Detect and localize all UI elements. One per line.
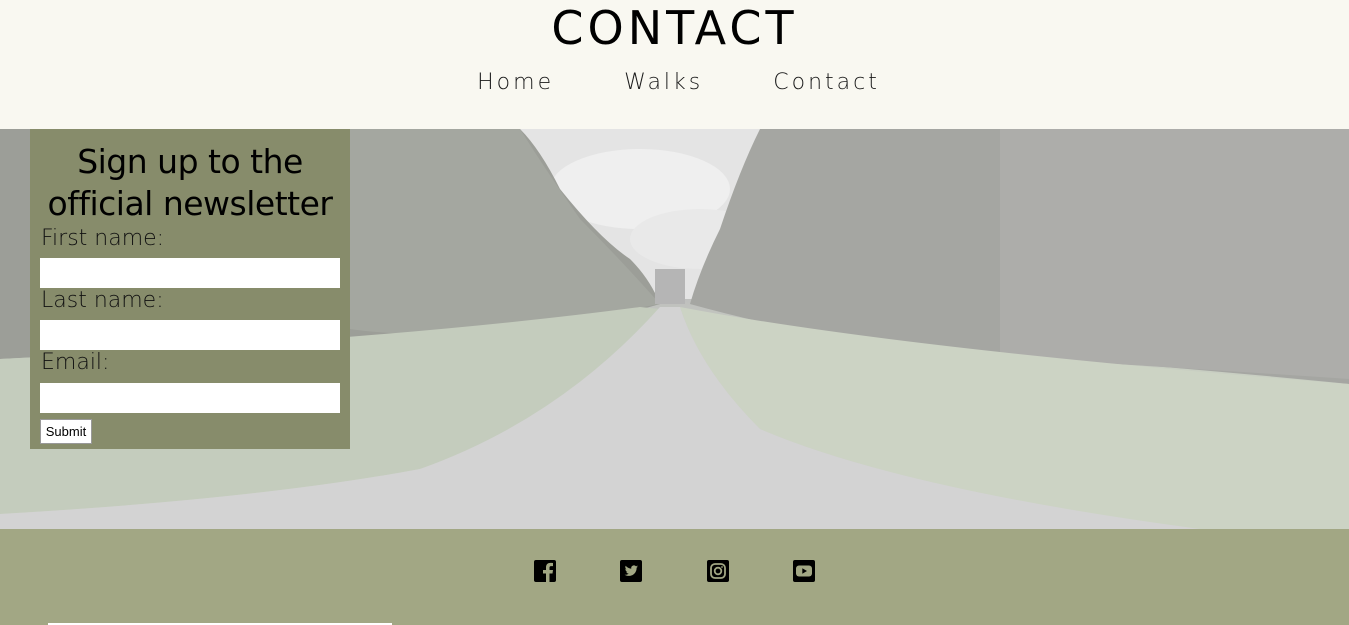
first-name-label: First name: — [41, 226, 165, 251]
last-name-label: Last name: — [41, 288, 164, 313]
email-label: Email: — [41, 350, 110, 375]
site-footer — [0, 529, 1349, 625]
newsletter-signup-form: Sign up to the official newsletter First… — [30, 129, 350, 449]
submit-button[interactable]: Submit — [40, 419, 92, 444]
twitter-icon[interactable] — [619, 559, 643, 583]
youtube-icon[interactable] — [792, 559, 816, 583]
last-name-input[interactable] — [40, 320, 340, 350]
facebook-icon[interactable] — [533, 559, 557, 583]
site-header: CONTACT Home Walks Contact — [0, 0, 1349, 129]
email-input[interactable] — [40, 383, 340, 413]
first-name-input[interactable] — [40, 258, 340, 288]
nav-walks-link[interactable]: Walks — [624, 70, 703, 95]
instagram-icon[interactable] — [706, 559, 730, 583]
nav-contact-link[interactable]: Contact — [773, 70, 880, 95]
signup-heading: Sign up to the official newsletter — [47, 142, 333, 223]
page-title: CONTACT — [551, 1, 798, 55]
main-nav: Home Walks Contact — [0, 70, 1349, 95]
nav-home-link[interactable]: Home — [477, 70, 554, 95]
